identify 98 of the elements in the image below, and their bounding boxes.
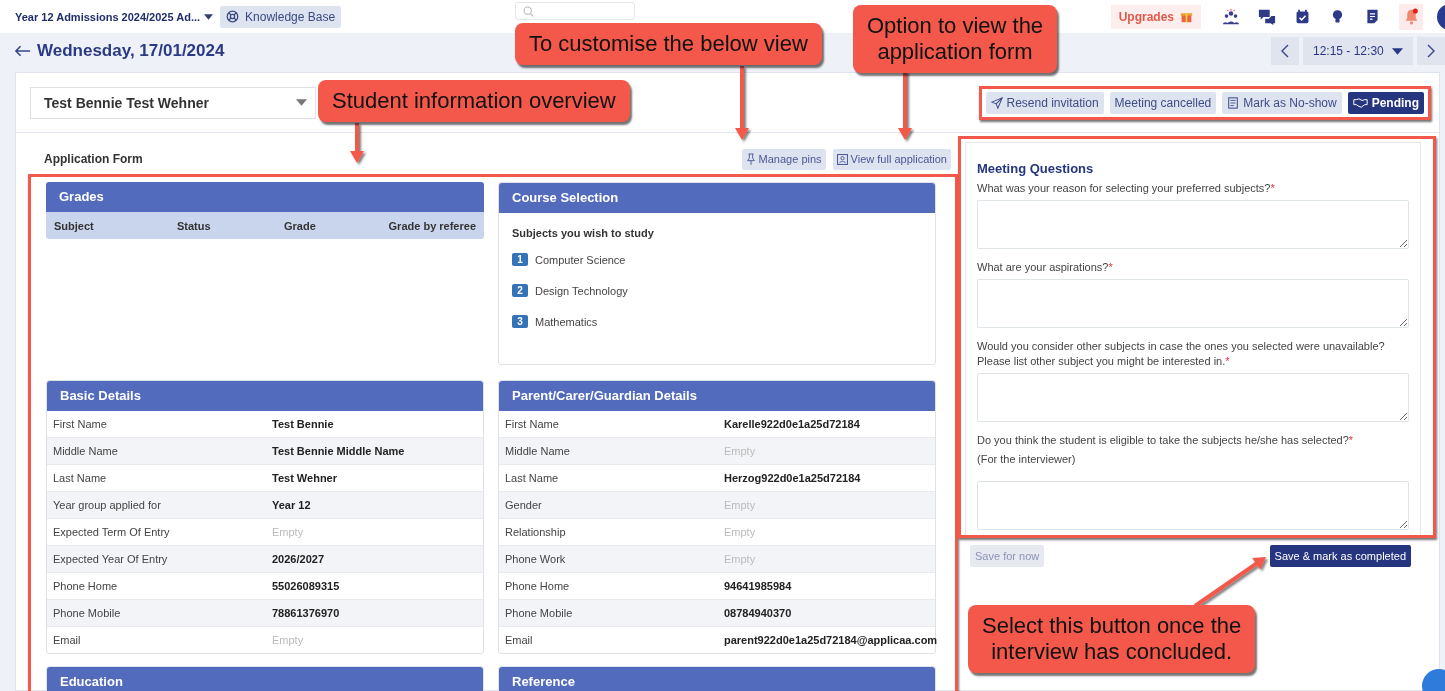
field-value: Test Bennie <box>272 418 335 430</box>
panel-header: Basic Details <box>47 381 483 411</box>
field-label: Email <box>53 634 82 646</box>
time-slot-select[interactable]: 12:15 - 12:30 <box>1303 37 1413 65</box>
calendar-check-icon[interactable] <box>1294 8 1311 25</box>
back-arrow-icon[interactable] <box>14 45 31 57</box>
programme-selector[interactable]: Year 12 Admissions 2024/2025 Ad... <box>15 10 214 23</box>
field-value: Year 12 <box>272 499 312 511</box>
column-header: Grade <box>284 219 317 232</box>
question-label: What was your reason for selecting your preferred subjects?* <box>977 181 1276 196</box>
panel-header: Grades <box>46 182 484 212</box>
lifebuoy-icon <box>226 10 240 23</box>
questions-title: Meeting Questions <box>977 161 1095 176</box>
toolbar-button[interactable]: Manage pins <box>741 148 826 170</box>
number-badge: 1 <box>512 253 528 266</box>
callout: Select this button once the interview has concluded. <box>968 605 1256 673</box>
person-icon <box>836 153 848 165</box>
field-label: Year group applied for <box>53 499 162 511</box>
subject-name: Computer Science <box>535 253 626 266</box>
search-field[interactable] <box>515 2 636 20</box>
field-value: Empty <box>724 526 757 538</box>
document-icon[interactable] <box>1364 8 1381 25</box>
search-icon <box>522 4 536 18</box>
question-label: Do you think the student is eligible to take the subjects he/she has selected?* <box>977 433 1355 448</box>
question-label: What are your aspirations?* <box>977 260 1114 275</box>
toolbar-button[interactable]: View full application <box>832 148 951 170</box>
knowledge-base-button[interactable]: Knowledge Base <box>220 5 342 28</box>
bell-icon[interactable] <box>1399 3 1423 30</box>
number-badge: 2 <box>512 284 528 297</box>
subject-name: Mathematics <box>535 315 598 328</box>
column-header: Grade by referee <box>387 219 476 232</box>
callout: Option to view the application form <box>853 5 1058 73</box>
callout: To customise the below view <box>515 23 822 65</box>
arrow <box>898 71 912 140</box>
field-value: Test Bennie Middle Name <box>272 445 406 457</box>
field-label: Phone Home <box>53 580 119 592</box>
gift-icon <box>1180 10 1193 23</box>
field-label: Phone Work <box>505 553 567 565</box>
field-label: Last Name <box>505 472 560 484</box>
field-label: Expected Year Of Entry <box>53 553 169 565</box>
field-value: 08784940370 <box>724 607 793 619</box>
panel-header: Course Selection <box>499 183 935 213</box>
field-label: First Name <box>505 418 560 430</box>
subject-name: Design Technology <box>535 284 628 297</box>
field-value: Karelle922d0e1a25d72184 <box>724 418 861 430</box>
field-value: 94641985984 <box>724 580 793 592</box>
field-value: parent922d0e1a25d72184@applicaa.com <box>724 634 938 646</box>
field-label: First Name <box>53 418 108 430</box>
meeting-date-title: Wednesday, 17/01/2024 <box>37 41 225 61</box>
field-label: Expected Term Of Entry <box>53 526 171 538</box>
question-note: (For the interviewer) <box>977 452 1077 467</box>
complete-button[interactable]: Save & mark as completed <box>1269 545 1411 567</box>
field-value: Empty <box>272 526 305 538</box>
paper-plane-icon <box>990 96 1003 109</box>
field-label: Middle Name <box>53 445 119 457</box>
section-title: Application Form <box>44 152 143 166</box>
field-label: Middle Name <box>505 445 571 457</box>
arrow <box>350 123 364 163</box>
field-value: Herzog922d0e1a25d72184 <box>724 472 862 484</box>
panel-header: Reference <box>499 667 935 691</box>
status-button[interactable]: Mark as No-show <box>1222 91 1342 114</box>
field-value: Empty <box>272 634 305 646</box>
chevron-left-icon <box>1281 44 1289 58</box>
field-value: Empty <box>724 445 757 457</box>
field-label: Phone Mobile <box>53 607 122 619</box>
field-value: 2026/2027 <box>272 553 325 565</box>
field-label: Relationship <box>505 526 567 538</box>
question-label: Would you consider other subjects in case the ones you selected were unavailable? Please list other subject you might be interested in.* <box>977 339 1386 369</box>
field-value: Test Wehner <box>272 472 338 484</box>
pin-icon <box>745 153 756 165</box>
field-label: Gender <box>505 499 543 511</box>
caret-icon <box>204 13 214 20</box>
panel-header: Parent/Carer/Guardian Details <box>499 381 935 411</box>
status-button[interactable]: Pending <box>1347 91 1424 114</box>
note-icon <box>1227 96 1240 109</box>
caret-icon <box>1392 47 1403 55</box>
field-label: Last Name <box>53 472 108 484</box>
field-value: 55026089315 <box>272 580 341 592</box>
column-header: Status <box>177 219 212 232</box>
field-value: Empty <box>724 553 757 565</box>
caret-icon <box>296 99 307 106</box>
status-button[interactable]: Meeting cancelled <box>1109 91 1217 114</box>
student-select[interactable]: Test Bennie Test Wehner <box>30 86 316 119</box>
column-header: Subject <box>54 219 95 232</box>
number-badge: 3 <box>512 315 528 328</box>
field-value: 78861376970 <box>272 607 341 619</box>
status-button[interactable]: Resend invitation <box>985 91 1104 114</box>
handshake-icon <box>1352 97 1368 108</box>
callout: Student information overview <box>318 80 630 122</box>
field-label: Email <box>505 634 534 646</box>
chevron-right-icon <box>1427 44 1435 58</box>
field-label: Phone Mobile <box>505 607 574 619</box>
field-label: Phone Home <box>505 580 571 592</box>
field-value: Empty <box>724 499 757 511</box>
people-icon[interactable] <box>1222 7 1240 26</box>
panel-header: Education <box>47 667 483 691</box>
chat-question-icon[interactable] <box>1258 7 1276 26</box>
list-subtitle: Subjects you wish to study <box>512 227 655 239</box>
